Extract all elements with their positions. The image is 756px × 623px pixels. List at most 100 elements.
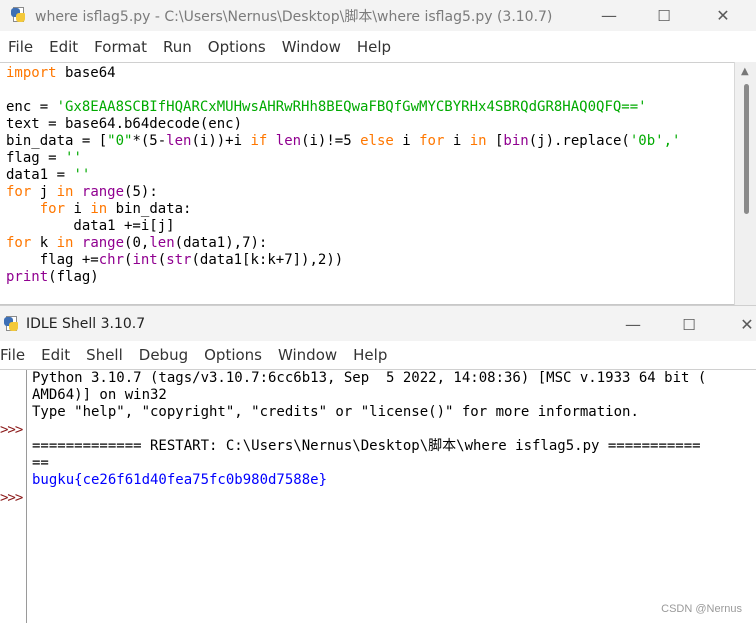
shell-console[interactable]: >>> >>> Python 3.10.7 (tags/v3.10.7:6cc6… xyxy=(0,369,756,623)
prompt-gutter: >>> >>> xyxy=(0,370,27,623)
editor-titlebar[interactable]: where isflag5.py - C:\Users\Nernus\Deskt… xyxy=(0,0,756,31)
code-text: enc = xyxy=(6,99,57,115)
code-keyword: for xyxy=(6,184,32,200)
editor-menubar: File Edit Format Run Options Window Help xyxy=(0,33,756,61)
code-text: k xyxy=(31,235,57,251)
maximize-button[interactable]: ☐ xyxy=(666,309,712,340)
code-keyword: if xyxy=(250,133,268,149)
shell-output[interactable]: Python 3.10.7 (tags/v3.10.7:6cc6b13, Sep… xyxy=(32,370,706,489)
menu-shell[interactable]: Shell xyxy=(78,346,131,364)
menu-window[interactable]: Window xyxy=(270,346,345,364)
source-code[interactable]: import base64 enc = 'Gx8EAA8SCBIfHQARCxM… xyxy=(6,65,680,286)
banner-line: AMD64)] on win32 xyxy=(32,387,167,403)
restart-line: == xyxy=(32,455,49,471)
code-text: data1 +=i[j] xyxy=(6,218,175,234)
shell-window-title: IDLE Shell 3.10.7 xyxy=(26,316,146,332)
code-text: base64 xyxy=(56,65,116,81)
shell-prompt: >>> xyxy=(0,422,23,438)
code-keyword: in xyxy=(90,201,108,217)
menu-edit[interactable]: Edit xyxy=(41,38,86,56)
menu-run[interactable]: Run xyxy=(155,38,200,56)
code-builtin: chr xyxy=(98,252,125,268)
code-builtin: len xyxy=(275,133,302,149)
banner-line: Python 3.10.7 (tags/v3.10.7:6cc6b13, Sep… xyxy=(32,370,707,386)
minimize-button[interactable]: — xyxy=(610,309,656,340)
banner-line: Type "help", "copyright", "credits" or "… xyxy=(32,404,639,420)
code-text: (flag) xyxy=(48,269,99,285)
menu-format[interactable]: Format xyxy=(86,38,155,56)
code-text: j xyxy=(31,184,57,200)
code-text: (i))+i xyxy=(191,133,251,149)
code-keyword: for xyxy=(419,133,445,149)
screenshot-root: where isflag5.py - C:\Users\Nernus\Deskt… xyxy=(0,0,756,623)
code-keyword: for xyxy=(6,235,32,251)
menu-file[interactable]: File xyxy=(0,346,33,364)
menu-debug[interactable]: Debug xyxy=(131,346,196,364)
code-text: i xyxy=(444,133,470,149)
code-builtin: bin xyxy=(503,133,529,149)
code-string: "0" xyxy=(107,133,133,149)
scrollbar-thumb[interactable] xyxy=(744,84,749,214)
shell-menubar: File Edit Shell Debug Options Window Hel… xyxy=(0,341,756,369)
menu-help[interactable]: Help xyxy=(349,38,399,56)
code-text: i xyxy=(65,201,91,217)
code-builtin: int xyxy=(132,252,158,268)
code-builtin: len xyxy=(149,235,175,251)
code-text: i xyxy=(393,133,420,149)
menu-file[interactable]: File xyxy=(0,38,41,56)
code-builtin: range xyxy=(81,184,125,200)
minimize-button[interactable]: — xyxy=(586,0,632,31)
close-button[interactable]: ✕ xyxy=(700,0,746,31)
code-text: (0, xyxy=(124,235,150,251)
code-text: ( xyxy=(157,252,167,268)
code-keyword: in xyxy=(56,235,74,251)
code-keyword: import xyxy=(6,65,57,81)
code-keyword: in xyxy=(469,133,487,149)
code-string: '0b' xyxy=(629,133,664,149)
code-keyword: in xyxy=(56,184,74,200)
code-text: (5): xyxy=(124,184,158,200)
code-text: data1 = xyxy=(6,167,74,183)
editor-window-title: where isflag5.py - C:\Users\Nernus\Deskt… xyxy=(35,9,553,25)
code-text: (data1),7): xyxy=(174,235,268,251)
menu-window[interactable]: Window xyxy=(274,38,349,56)
editor-vertical-scrollbar[interactable]: ▲ xyxy=(734,62,756,305)
program-output: bugku{ce26f61d40fea75fc0b980d7588e} xyxy=(32,472,328,488)
code-string: '' xyxy=(73,167,91,183)
menu-options[interactable]: Options xyxy=(196,346,270,364)
csdn-watermark: CSDN @Nernus xyxy=(661,603,742,615)
code-text: text = base64.b64decode(enc) xyxy=(6,116,243,132)
menu-edit[interactable]: Edit xyxy=(33,346,78,364)
code-string: 'Gx8EAA8SCBIfHQARCxMUHwsAHRwRHh8BEQwaFBQ… xyxy=(56,99,647,115)
code-text: [ xyxy=(486,133,504,149)
code-text: flag += xyxy=(6,252,99,268)
scroll-up-arrow-icon[interactable]: ▲ xyxy=(741,66,749,77)
python-file-icon xyxy=(10,7,26,23)
maximize-button[interactable]: ☐ xyxy=(641,0,687,31)
code-text: bin_data: xyxy=(107,201,192,217)
menu-options[interactable]: Options xyxy=(200,38,274,56)
code-keyword: for xyxy=(39,201,66,217)
restart-line: ============= RESTART: C:\Users\Nernus\D… xyxy=(32,438,701,454)
code-string: ,' xyxy=(663,133,681,149)
code-text: bin_data = [ xyxy=(6,133,108,149)
idle-shell-icon xyxy=(3,316,19,332)
shell-prompt: >>> xyxy=(0,490,23,506)
code-editor[interactable]: import base64 enc = 'Gx8EAA8SCBIfHQARCxM… xyxy=(0,62,734,305)
code-builtin: len xyxy=(166,133,192,149)
code-text: flag = xyxy=(6,150,66,166)
code-string: '' xyxy=(65,150,82,166)
code-keyword: else xyxy=(360,133,394,149)
code-builtin: range xyxy=(81,235,125,251)
shell-titlebar[interactable]: IDLE Shell 3.10.7 — ☐ ✕ xyxy=(0,305,756,342)
code-text: (i)!=5 xyxy=(301,133,361,149)
code-text: (data1[k:k+7]),2)) xyxy=(191,252,344,268)
menu-help[interactable]: Help xyxy=(345,346,395,364)
code-builtin: print xyxy=(6,269,49,285)
code-text: (j).replace( xyxy=(528,133,630,149)
close-button[interactable]: ✕ xyxy=(724,309,756,340)
